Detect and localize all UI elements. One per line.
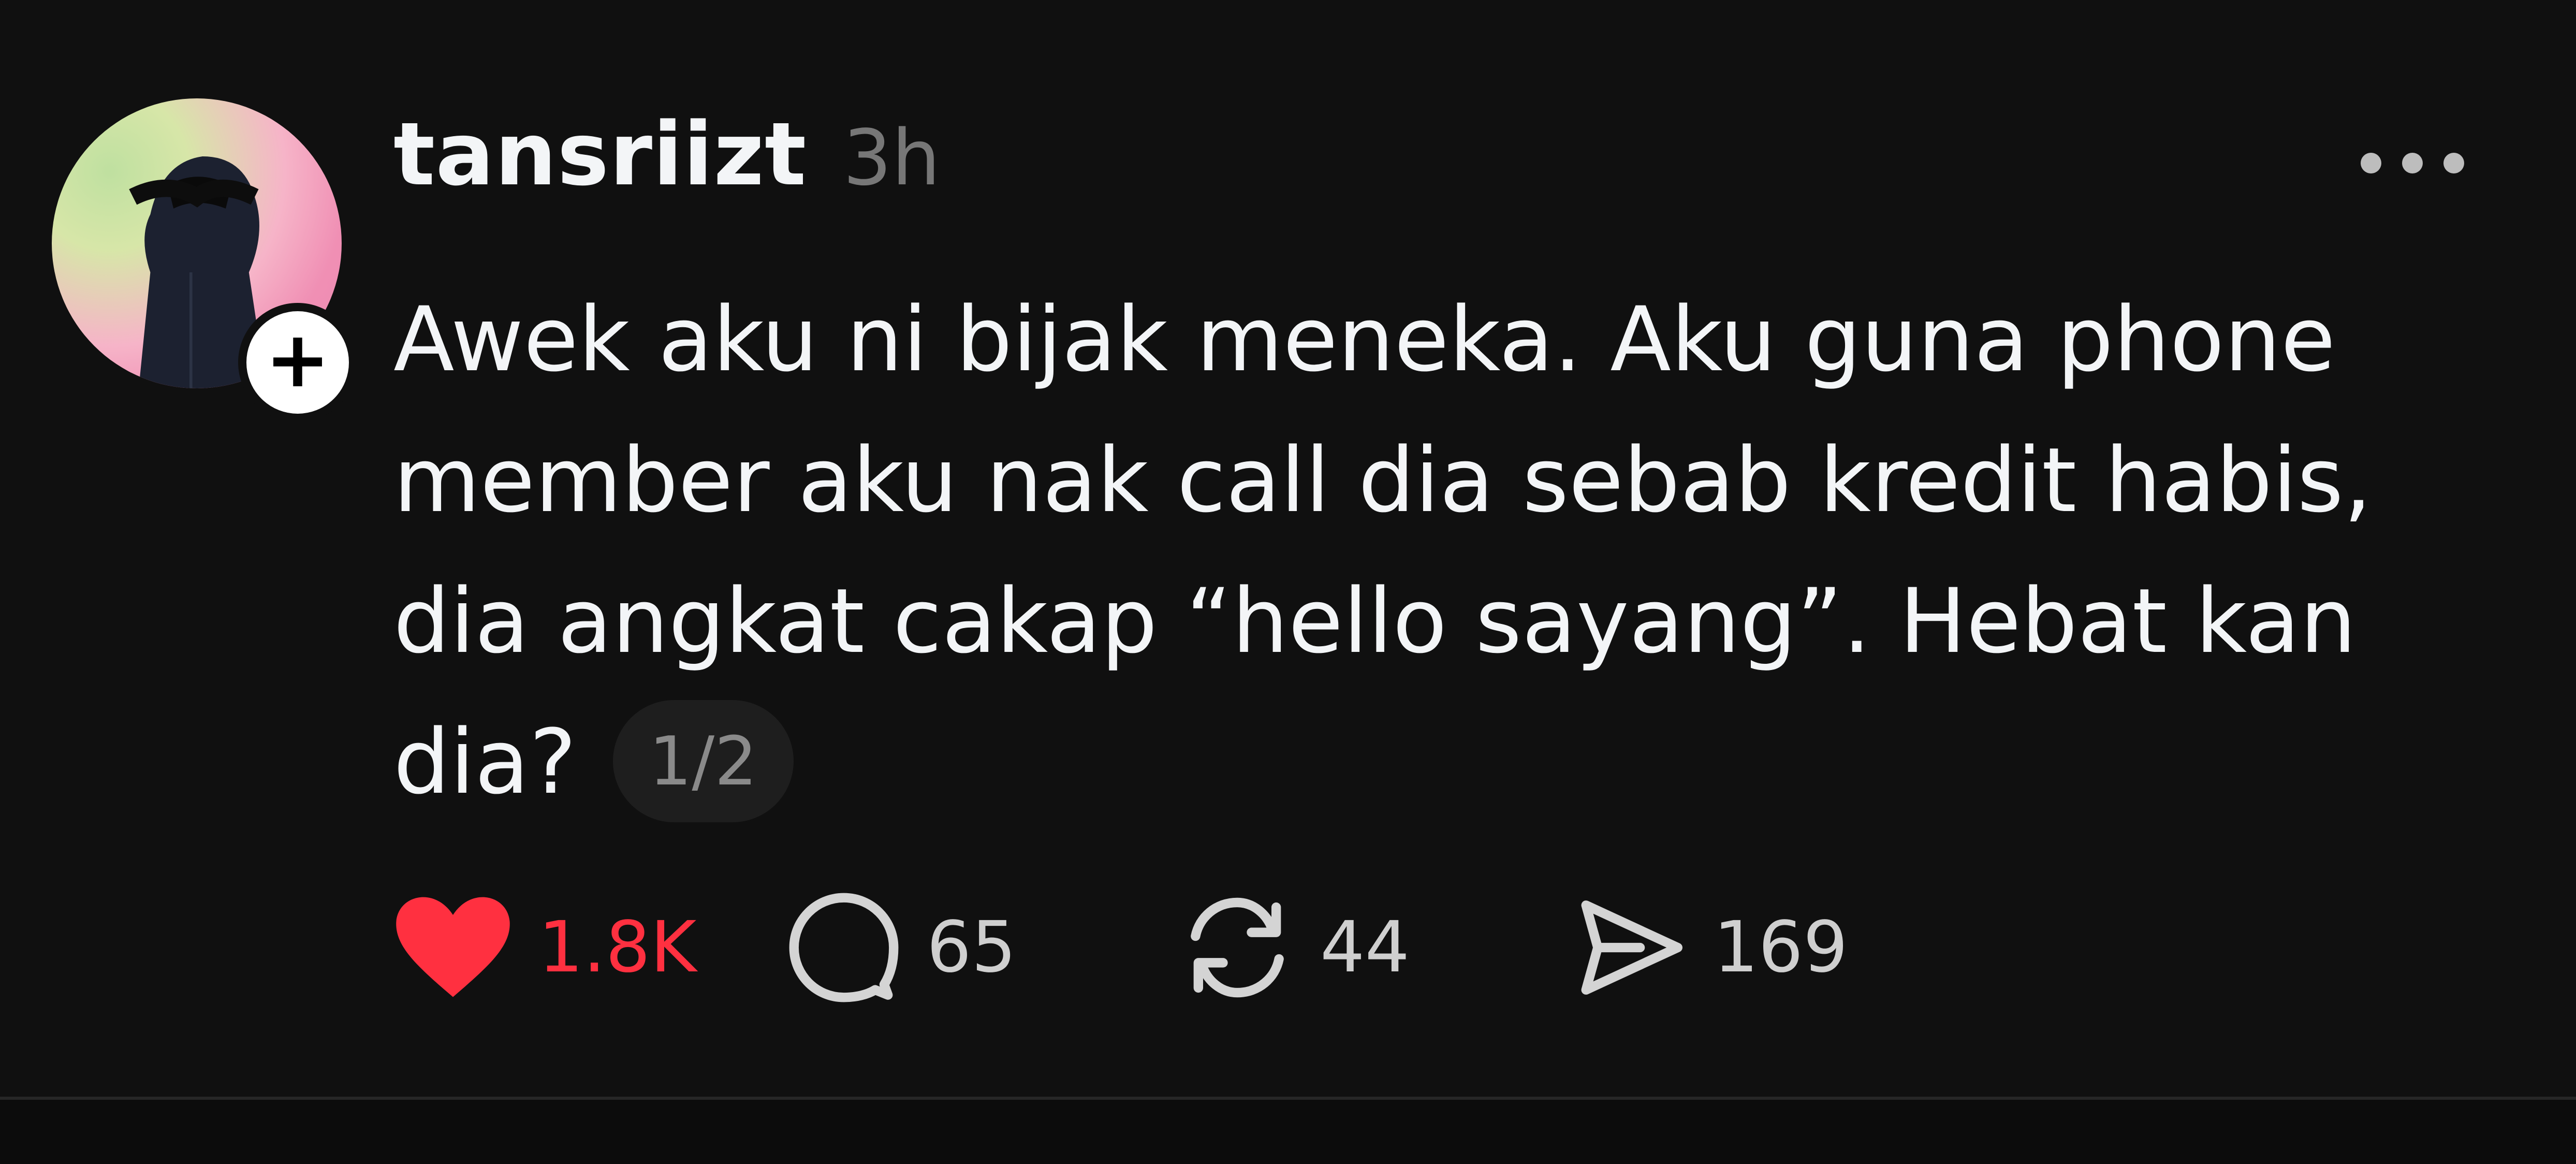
post-text-line-last: dia? 1/2 [393, 692, 2464, 833]
thread-post: + tansriizt 3h Awek aku ni bijak meneka.… [0, 0, 2576, 1098]
more-dots-icon [2443, 153, 2464, 173]
post-header: tansriizt 3h [393, 104, 940, 207]
more-options-button[interactable] [2361, 148, 2464, 179]
reply-button[interactable]: 65 [787, 891, 1180, 1005]
more-dots-icon [2402, 153, 2423, 173]
like-button[interactable]: 1.8K [393, 893, 787, 1002]
like-count: 1.8K [538, 907, 697, 988]
repost-button[interactable]: 44 [1180, 891, 1574, 1005]
plus-icon: + [265, 315, 330, 405]
post-text-line: dia? [393, 710, 577, 814]
repost-arrows-icon [1191, 897, 1284, 998]
action-bar: 1.8K 65 44 169 [393, 885, 1848, 1010]
next-post-area [0, 1100, 2576, 1164]
share-button[interactable]: 169 [1574, 896, 1848, 999]
send-icon [1581, 900, 1682, 995]
more-dots-icon [2361, 153, 2381, 173]
follow-button[interactable]: + [238, 303, 357, 422]
heart-icon [396, 897, 510, 997]
timestamp: 3h [843, 113, 941, 202]
comment-bubble-icon [789, 893, 899, 1002]
post-text-line: dia angkat cakap “hello sayang”. Hebat k… [393, 569, 2357, 673]
post-text-line: member aku nak call dia sebab kredit hab… [393, 428, 2372, 532]
thread-page-indicator: 1/2 [612, 700, 794, 823]
share-count: 169 [1714, 907, 1848, 988]
reply-count: 65 [927, 907, 1017, 988]
post-text-line: Awek aku ni bijak meneka. Aku guna phone [393, 287, 2336, 391]
username[interactable]: tansriizt [393, 104, 807, 205]
repost-count: 44 [1320, 907, 1410, 988]
post-text: Awek aku ni bijak meneka. Aku guna phone… [393, 269, 2464, 833]
